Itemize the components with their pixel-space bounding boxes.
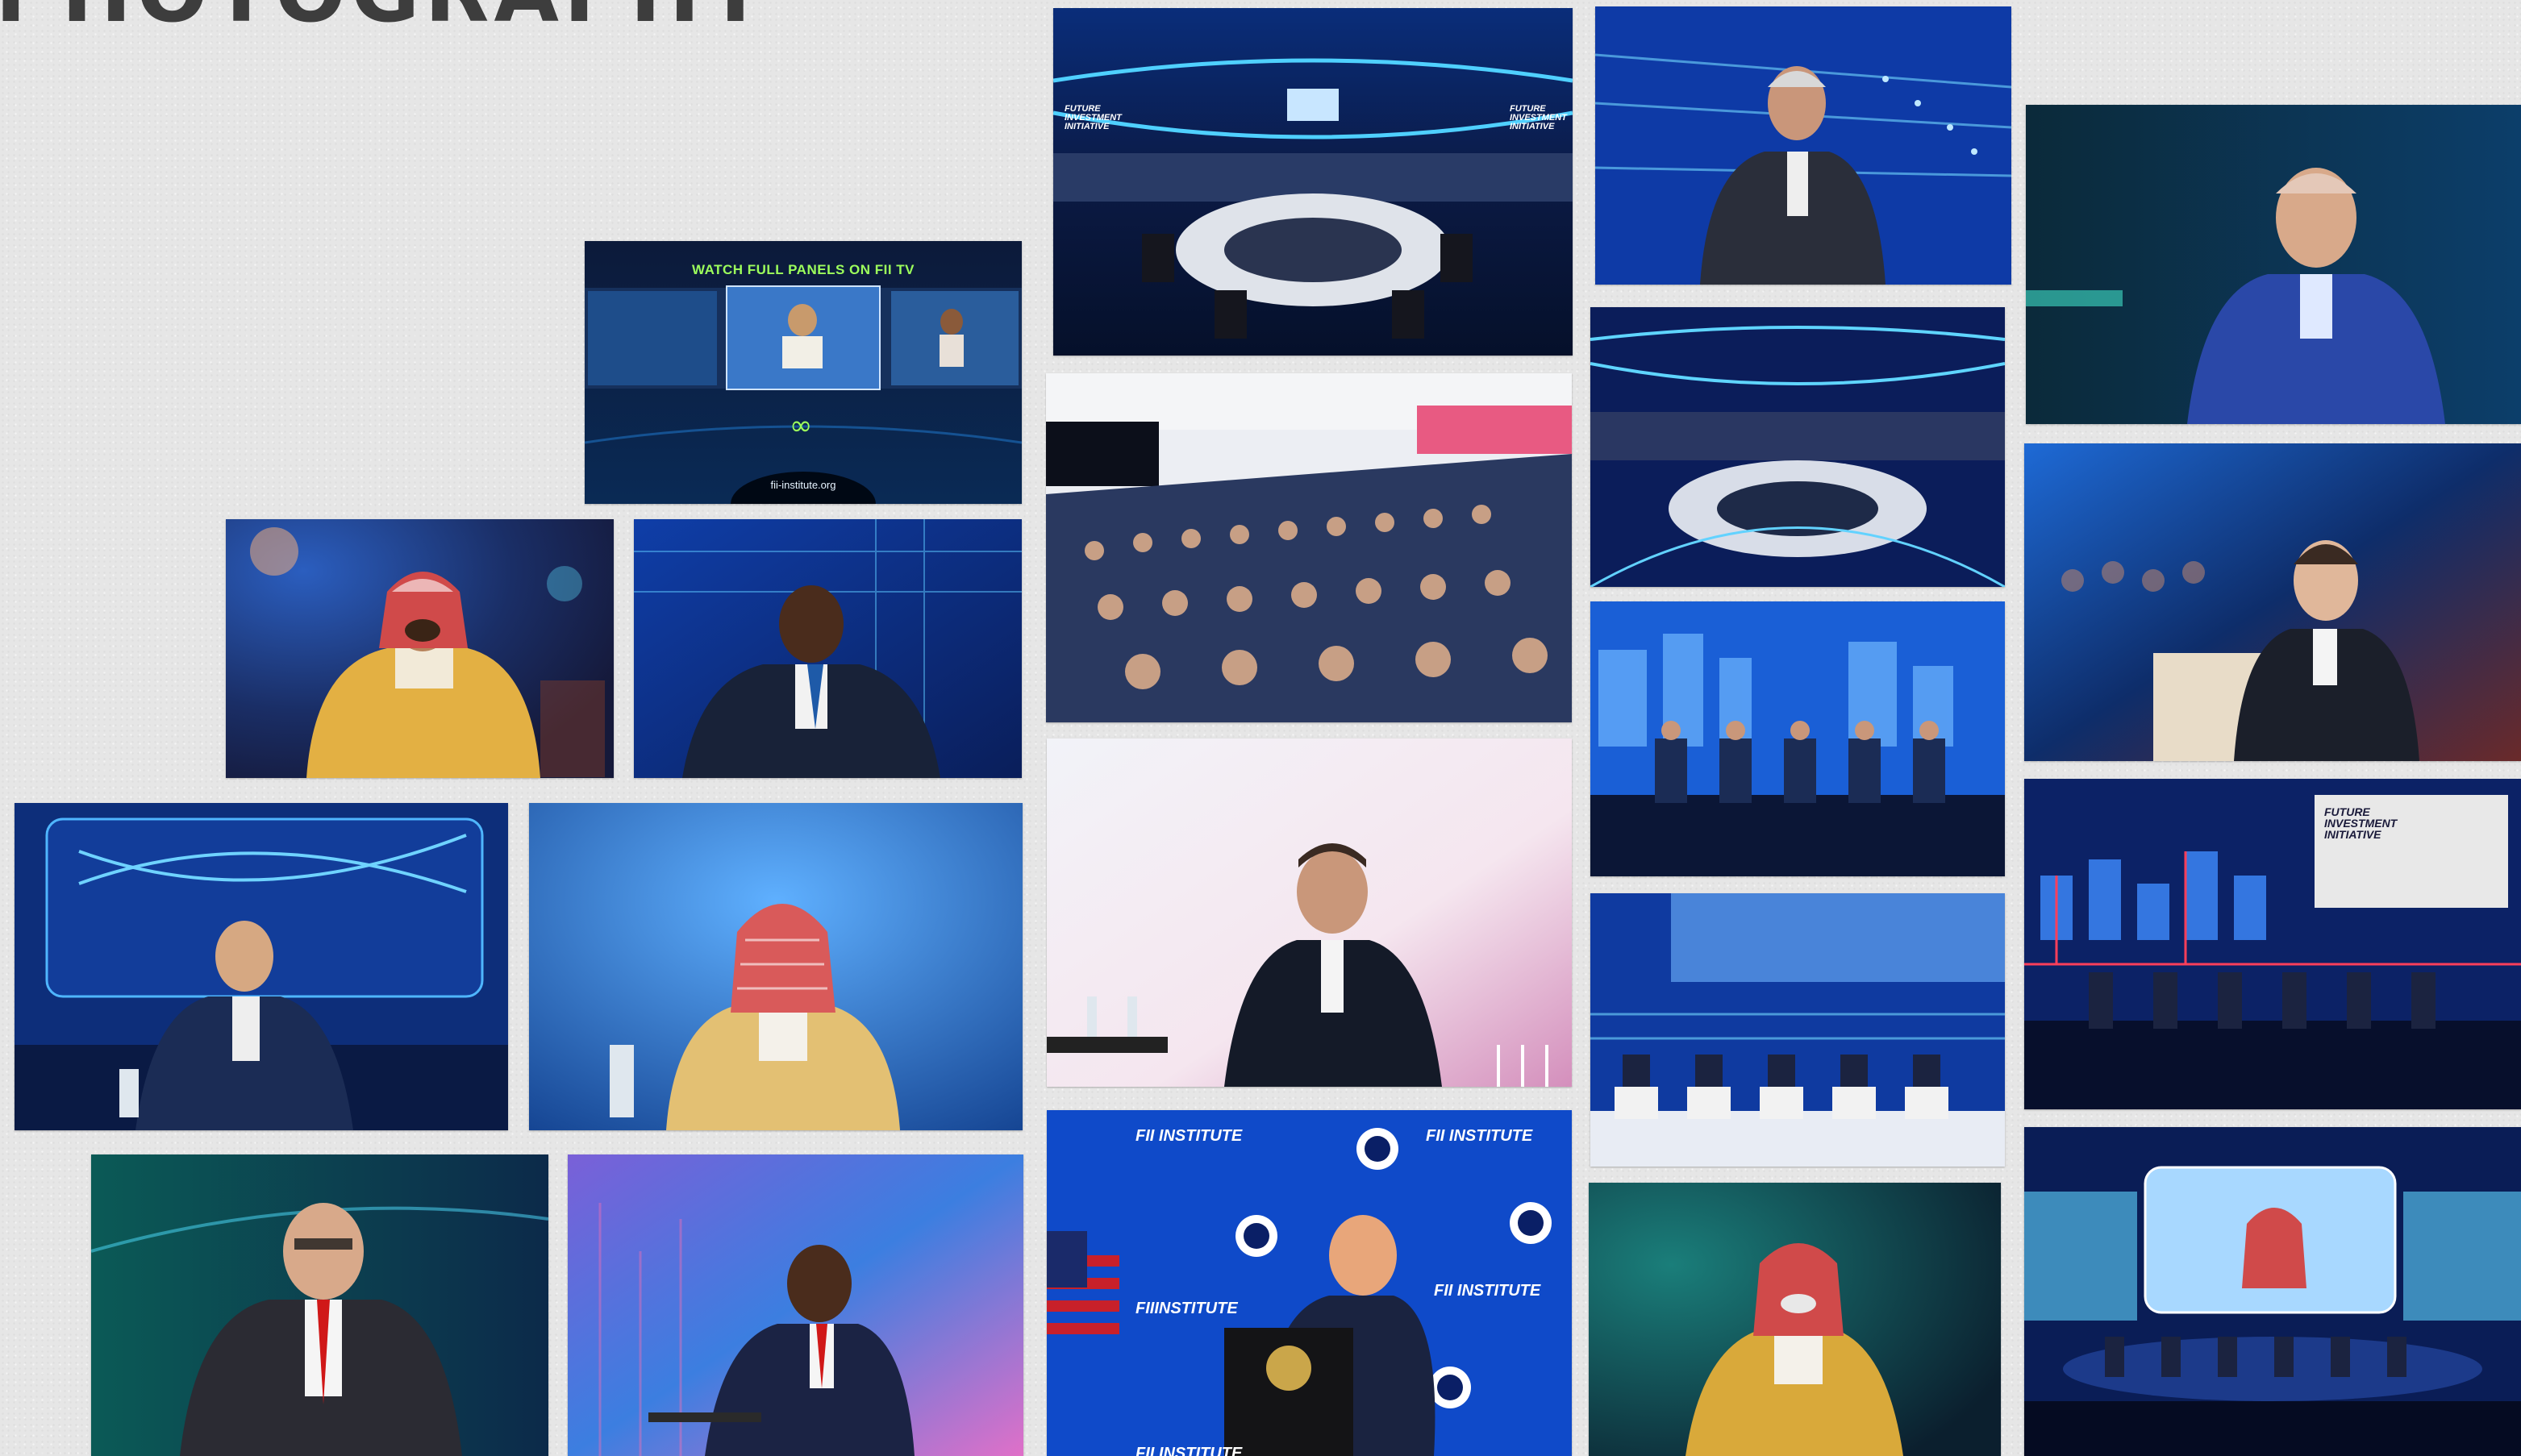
speaker-hand-raised-photo[interactable] [1047, 738, 1572, 1087]
panel-stage-photo[interactable] [1590, 601, 2005, 876]
panel-wide-stage-photo[interactable] [2024, 1127, 2521, 1456]
stage-branding: FII INSTITUTE [1434, 1282, 1541, 1300]
fii-tv-promo-image[interactable]: ∞ WATCH FULL PANELS ON FII TV fii-instit… [585, 241, 1022, 504]
speaker-gold-bisht-photo[interactable] [1589, 1183, 2001, 1456]
arena-audience-photo[interactable] [1590, 307, 2005, 587]
panel-five-chairs-photo[interactable] [1590, 893, 2005, 1167]
speaker-young-suit-photo[interactable] [15, 803, 508, 1130]
panel-circuit-stage-photo[interactable]: FUTURE INVESTMENT INITIATIVE [2024, 779, 2521, 1109]
panel-arena-photo[interactable]: FUTURE INVESTMENT INITIATIVE FUTURE INVE… [1053, 8, 1573, 356]
speaker-crossed-arms-photo[interactable] [568, 1154, 1023, 1456]
speaker-thobe-gold-photo[interactable] [226, 519, 614, 778]
speaker-standing-photo[interactable] [1595, 6, 2011, 285]
promo-url[interactable]: fii-institute.org [585, 479, 1022, 491]
president-podium-photo[interactable]: FII INSTITUTE FII INSTITUTE FII INSTITUT… [1047, 1110, 1572, 1456]
page-heading: PHOTOGRAPHY [0, 0, 771, 34]
stage-branding: FIIINSTITUTE [1135, 1300, 1238, 1317]
svg-text:∞: ∞ [790, 410, 812, 442]
stage-branding: FII INSTITUTE [1135, 1445, 1243, 1456]
stage-logo-text: FUTURE INVESTMENT INITIATIVE [2324, 805, 2398, 841]
speaker-ghutra-photo[interactable] [529, 803, 1023, 1130]
stage-branding: FII INSTITUTE [1135, 1127, 1243, 1145]
speaker-woman-photo[interactable] [2024, 443, 2521, 761]
speaker-red-tie-photo[interactable] [91, 1154, 548, 1456]
audience-hall-photo[interactable] [1046, 373, 1572, 722]
stage-logo-text: FUTURE INVESTMENT INITIATIVE [1510, 104, 1567, 131]
speaker-dark-suit-photo[interactable] [634, 519, 1022, 778]
speaker-blue-jacket-photo[interactable] [2026, 105, 2521, 424]
stage-branding: FII INSTITUTE [1426, 1127, 1533, 1145]
stage-logo-text: FUTURE INVESTMENT INITIATIVE [1065, 104, 1122, 131]
promo-title: WATCH FULL PANELS ON FII TV [691, 262, 915, 278]
